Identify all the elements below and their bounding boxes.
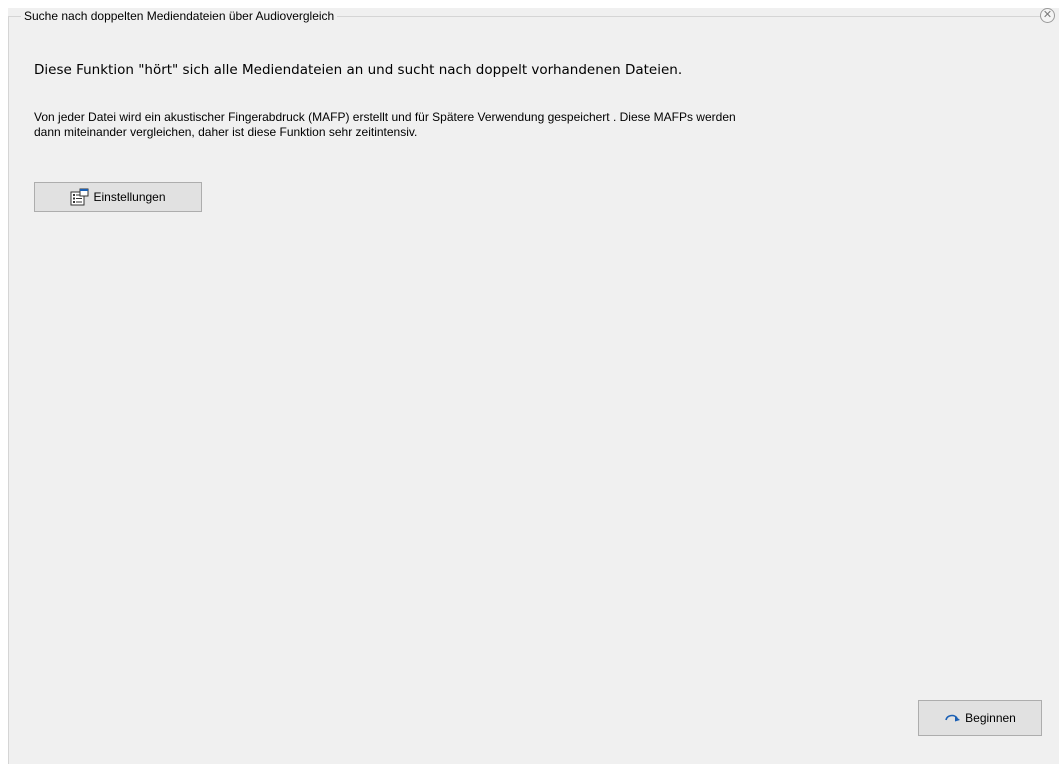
description-line: Von jeder Datei wird ein akustischer Fin… <box>34 110 736 124</box>
function-description: Von jeder Datei wird ein akustischer Fin… <box>34 110 954 140</box>
group-box-title: Suche nach doppelten Mediendateien über … <box>21 8 338 24</box>
start-button[interactable]: Beginnen <box>918 700 1042 736</box>
settings-button-label: Einstellungen <box>93 190 166 204</box>
properties-icon <box>70 188 90 206</box>
group-box-border-left <box>8 16 9 764</box>
description-line: dann miteinander vergleichen, daher ist … <box>34 125 418 139</box>
start-button-label: Beginnen <box>965 711 1016 725</box>
close-icon[interactable]: ✕ <box>1040 8 1055 23</box>
redo-arrow-icon <box>944 712 962 724</box>
settings-button[interactable]: Einstellungen <box>34 182 202 212</box>
function-headline: Diese Funktion "hört" sich alle Medienda… <box>34 62 683 78</box>
